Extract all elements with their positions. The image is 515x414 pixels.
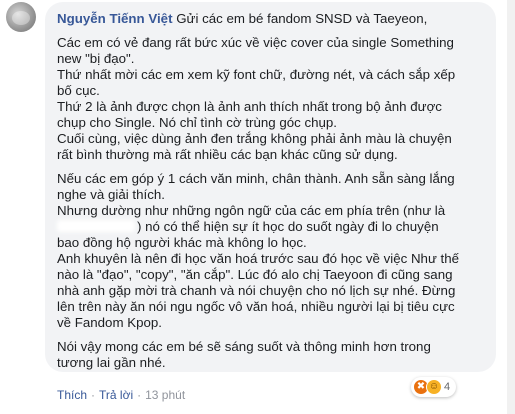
comment-paragraph-3: Nói vậy mong các em bé sẽ sáng suốt và t… (57, 339, 480, 371)
text-line: Nếu các em góp ý 1 cách văn minh, chân t… (57, 171, 455, 186)
comment-header: Nguyễn Tiếnn Việt Gửi các em bé fandom S… (57, 11, 480, 27)
author-name[interactable]: Nguyễn Tiếnn Việt (57, 11, 173, 26)
text-line: Cuối cùng, việc dùng ảnh đen trắng không… (57, 131, 452, 146)
redacted-blur (57, 220, 135, 232)
text-line: new "bị đạo". (57, 51, 135, 66)
text-line: bố cục. (57, 83, 100, 98)
comment-paragraph-1: Các em có vẻ đang rất bức xúc về việc co… (57, 35, 480, 163)
comment-bubble: Nguyễn Tiếnn Việt Gửi các em bé fandom S… (45, 2, 496, 372)
comment-intro: Gửi các em bé fandom SNSD và Taeyeon, (176, 11, 428, 26)
text-line: Nói vậy mong các em bé sẽ sáng suốt và t… (57, 339, 431, 354)
text-line: Các em có vẻ đang rất bức xúc về việc co… (57, 35, 454, 50)
reaction-count: 4 (444, 381, 451, 393)
text-line: lên trên này ăn nói ngu ngốc vô văn hoá,… (57, 299, 455, 314)
text-line: Thứ nhất mời các em xem kỹ font chữ, đườ… (57, 67, 456, 82)
text-fragment: ) nó có thể hiện sự ít học do suốt ngày … (137, 219, 439, 234)
avatar[interactable] (6, 2, 36, 32)
text-line: nào là "đạo", "copy", "ăn cắp". Lúc đó a… (57, 267, 453, 282)
text-line: nghe và giải thích. (57, 187, 165, 202)
text-line: nhà anh gặp mời trà chanh và nói chuyện … (57, 283, 456, 298)
text-line: tương lai gần nhé. (57, 355, 166, 370)
text-line: bao đồng hộ người khác mà không lo học. (57, 235, 307, 250)
comment-actions: Thích · Trả lời · 13 phút (57, 388, 186, 402)
text-line: về Fandom Kpop. (57, 315, 162, 330)
comment-paragraph-2: Nếu các em góp ý 1 cách văn minh, chân t… (57, 171, 480, 331)
text-line: Anh khuyên là nên đi học văn hoá trước s… (57, 251, 460, 266)
reactions-summary[interactable]: ✖ ☺ 4 (411, 377, 457, 397)
comment-timestamp[interactable]: 13 phút (145, 388, 185, 402)
reply-button[interactable]: Trả lời (99, 388, 133, 402)
text-line-redacted: ) nó có thể hiện sự ít học do suốt ngày … (57, 219, 480, 235)
text-line: Thứ 2 là ảnh được chọn là ảnh anh thích … (57, 99, 442, 114)
text-line: rất bình thường mà rất nhiều các bạn khá… (57, 147, 398, 162)
text-line: Nhưng dường như những ngôn ngữ của các e… (57, 203, 446, 218)
like-button[interactable]: Thích (57, 388, 87, 402)
haha-icon: ☺ (426, 379, 442, 395)
text-line: chụp cho Single. Nó chỉ tình cờ trùng gó… (57, 115, 337, 130)
scrollbar[interactable] (507, 0, 515, 414)
